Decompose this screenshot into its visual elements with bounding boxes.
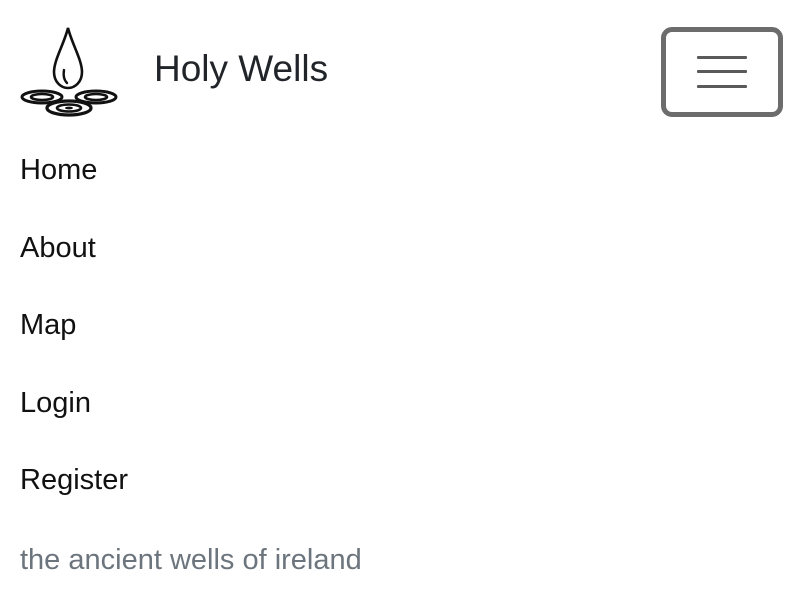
- nav-link-map[interactable]: Map: [20, 303, 76, 347]
- nav-item-login: Login: [20, 381, 128, 459]
- navbar: Holy Wells Home About Map Login Register…: [0, 0, 798, 590]
- nav-link-register[interactable]: Register: [20, 458, 128, 502]
- nav-item-about: About: [20, 226, 128, 304]
- site-tagline: the ancient wells of ireland: [20, 544, 362, 576]
- nav-item-map: Map: [20, 303, 128, 381]
- hamburger-menu-icon: [697, 54, 747, 90]
- nav-menu: Home About Map Login Register: [20, 148, 128, 536]
- nav-item-register: Register: [20, 458, 128, 536]
- nav-item-home: Home: [20, 148, 128, 226]
- brand-link[interactable]: Holy Wells: [20, 24, 328, 118]
- water-drop-logo-icon: [20, 27, 118, 117]
- nav-link-login[interactable]: Login: [20, 381, 91, 425]
- nav-link-about[interactable]: About: [20, 226, 96, 270]
- brand-title: Holy Wells: [154, 47, 329, 89]
- menu-toggle-button[interactable]: [661, 27, 783, 117]
- nav-link-home[interactable]: Home: [20, 148, 97, 192]
